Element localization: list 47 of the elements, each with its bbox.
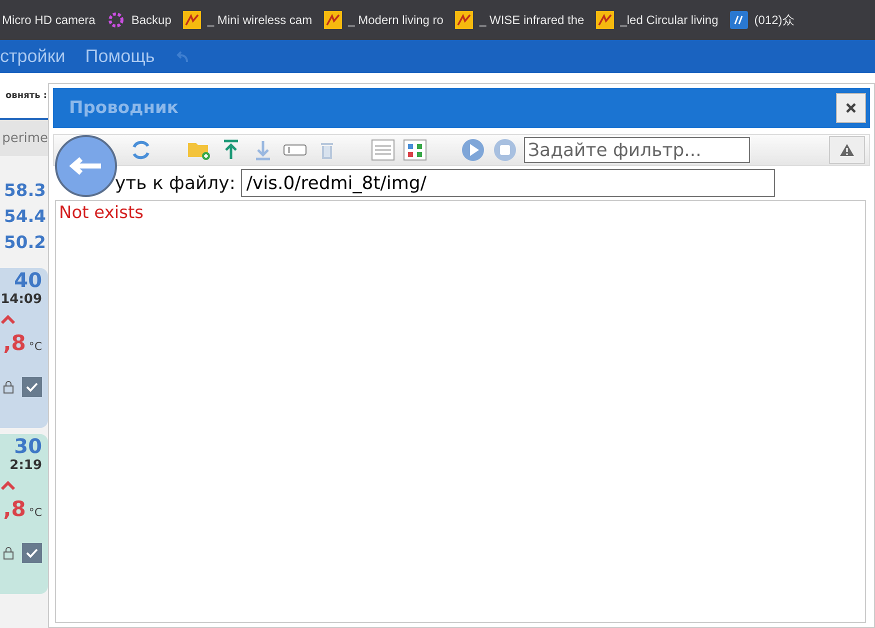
temperature-value: ,8	[3, 331, 26, 355]
ring-icon	[107, 11, 126, 29]
chevron-up-icon	[0, 315, 16, 325]
arrow-left-icon	[69, 156, 103, 176]
toolbar-label: овнять :	[5, 90, 47, 100]
checkbox[interactable]	[22, 543, 42, 563]
checkmark-icon	[26, 548, 38, 558]
bookmark-link[interactable]: _led Circular living	[596, 11, 718, 29]
list-view-icon[interactable]	[370, 137, 396, 163]
reading-value: 54.4	[4, 206, 47, 229]
path-label: уть к файлу:	[115, 172, 236, 194]
unit-label: °C	[28, 506, 42, 519]
bookmark-link[interactable]: _ WISE infrared the	[455, 11, 584, 29]
bookmark-link[interactable]: _ Mini wireless cam	[183, 11, 312, 29]
dialog-title: Проводник	[69, 98, 178, 118]
close-icon	[846, 103, 856, 113]
filter-field[interactable]: Задайте фильтр...	[524, 137, 750, 163]
sensor-time: 2:19	[10, 458, 42, 473]
path-field[interactable]: /vis.0/redmi_8t/img/	[241, 169, 776, 197]
error-message: Not exists	[59, 203, 144, 223]
sensor-time: 14:09	[0, 292, 42, 307]
bookmark-link[interactable]: Backup	[107, 11, 172, 29]
warning-button[interactable]	[829, 136, 865, 164]
chevron-up-icon	[0, 481, 16, 491]
bookmark-link[interactable]: (012)众	[730, 11, 794, 29]
checkmark-icon	[26, 382, 38, 392]
sensor-value: 30	[14, 434, 42, 458]
bookmark-link[interactable]: _ Modern living ro	[324, 11, 444, 29]
grid-view-icon[interactable]	[402, 137, 428, 163]
stop-icon[interactable]	[492, 137, 518, 163]
bookmark-icon	[455, 11, 474, 29]
play-icon[interactable]	[460, 137, 486, 163]
temperature-value: ,8	[3, 497, 26, 521]
lock-icon	[3, 380, 14, 394]
sensor-value: 40	[14, 268, 42, 292]
bookmark-icon	[183, 11, 202, 29]
warning-icon	[840, 144, 854, 156]
bookmark-icon	[324, 11, 342, 29]
bookmark-link[interactable]: Micro HD camera	[2, 13, 96, 27]
bookmark-icon	[596, 11, 614, 29]
reading-value: 50.2	[4, 232, 47, 255]
bookmark-icon	[730, 11, 748, 29]
reading-value: 58.3	[4, 180, 47, 203]
checkbox[interactable]	[22, 377, 42, 397]
close-button[interactable]	[836, 93, 866, 123]
lock-icon	[3, 546, 14, 560]
unit-label: °C	[28, 340, 42, 353]
